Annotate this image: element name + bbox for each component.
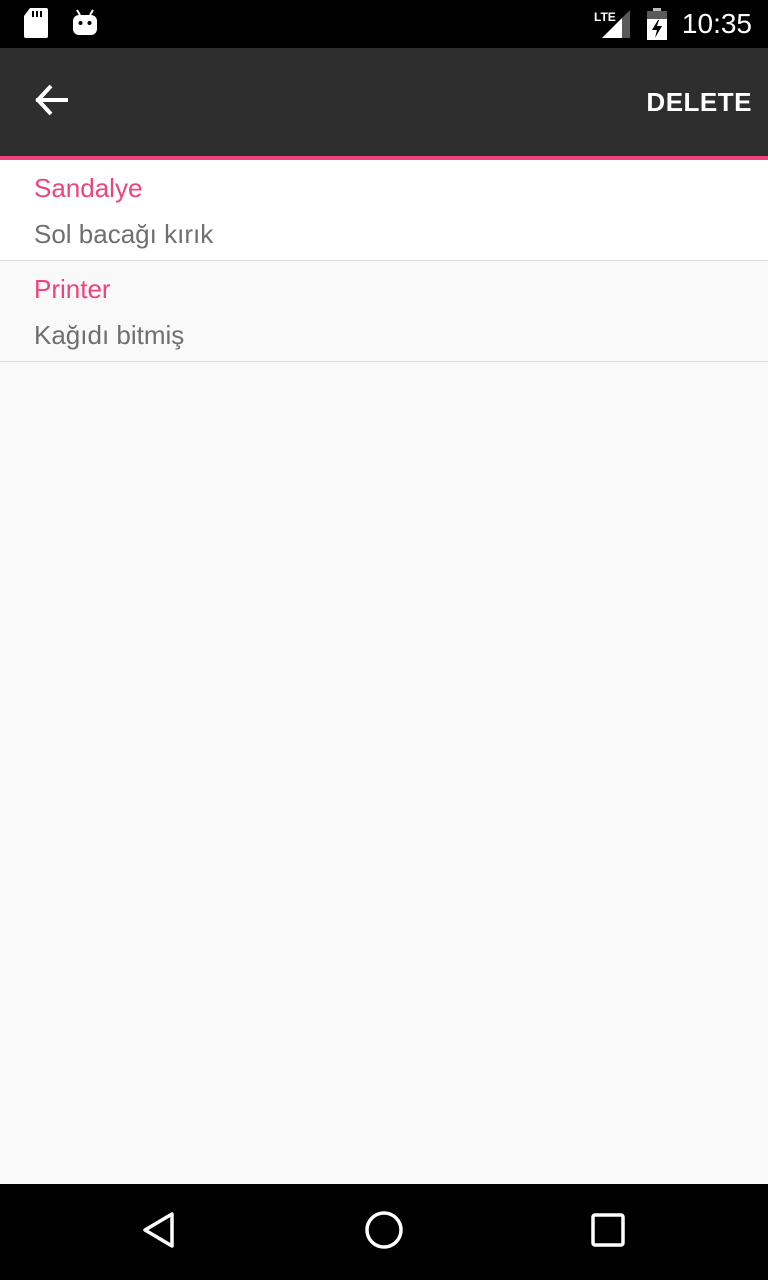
clock: 10:35 <box>681 8 752 39</box>
item-title: Printer <box>34 274 111 304</box>
nav-recents-button[interactable] <box>580 1204 636 1260</box>
android-icon <box>72 8 98 43</box>
nav-back-button[interactable] <box>132 1204 188 1260</box>
item-list: Sandalye Sol bacağı kırık Printer Kağıdı… <box>0 160 768 362</box>
battery-charging-icon <box>646 8 668 45</box>
lte-signal-icon: LTE <box>594 8 634 45</box>
item-title: Sandalye <box>34 173 143 203</box>
arrow-back-icon <box>34 82 70 123</box>
list-item[interactable]: Printer Kağıdı bitmiş <box>0 261 768 362</box>
item-subtitle: Sol bacağı kırık <box>34 219 214 249</box>
item-subtitle: Kağıdı bitmiş <box>34 320 185 350</box>
delete-button[interactable]: DELETE <box>646 82 752 122</box>
back-button[interactable] <box>20 70 84 134</box>
status-bar: LTE 10:35 <box>0 0 768 48</box>
nav-home-button[interactable] <box>356 1204 412 1260</box>
back-triangle-icon <box>140 1210 180 1255</box>
home-circle-icon <box>364 1210 404 1255</box>
app-toolbar: DELETE <box>0 48 768 156</box>
navigation-bar <box>0 1184 768 1280</box>
list-item[interactable]: Sandalye Sol bacağı kırık <box>0 160 768 261</box>
sd-card-icon <box>24 8 48 43</box>
recents-square-icon <box>588 1210 628 1255</box>
lte-label: LTE <box>594 10 616 24</box>
